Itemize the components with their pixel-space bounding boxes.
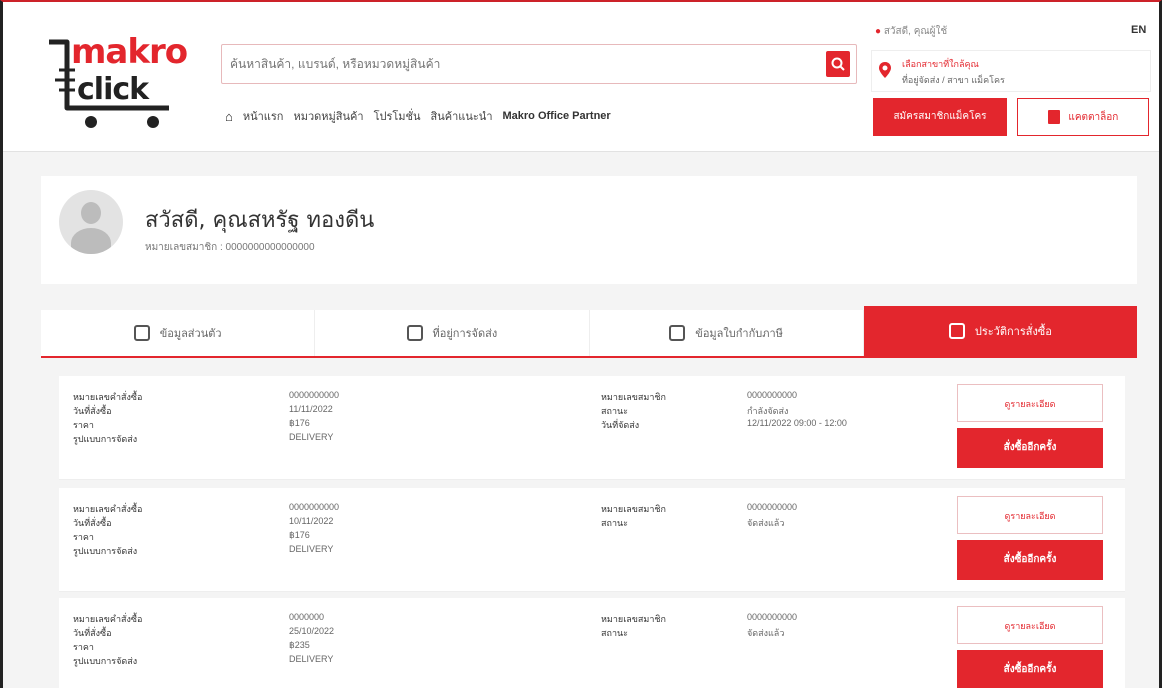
order-value: 10/11/2022 — [289, 516, 334, 526]
order-value: 0000000 — [289, 612, 325, 622]
nav-item-home[interactable]: หน้าแรก — [243, 107, 284, 125]
order-value: DELIVERY — [289, 432, 334, 442]
user-dot-icon: ● — [875, 26, 884, 37]
order-value: จัดส่งแล้ว — [747, 518, 785, 528]
nav-item-categories[interactable]: หมวดหมู่สินค้า — [293, 107, 363, 125]
order-value: ฿235 — [289, 640, 310, 650]
pdf-icon — [1047, 110, 1060, 125]
register-button[interactable]: สมัครสมาชิกแม็คโคร — [873, 98, 1007, 136]
account-tabs: ข้อมูลส่วนตัว ที่อยู่การจัดส่ง ข้อมูลใบก… — [41, 306, 1137, 358]
order-label: รูปแบบการจัดส่ง — [73, 656, 138, 666]
order-value: ฿176 — [289, 418, 310, 428]
order-value: จัดส่งแล้ว — [747, 628, 785, 638]
tab-shipping-address[interactable]: ที่อยู่การจัดส่ง — [315, 310, 590, 356]
nav-item-office-partner[interactable]: Makro Office Partner — [503, 110, 611, 122]
reorder-button[interactable]: สั่งซื้ออีกครั้ง — [957, 540, 1103, 580]
store-line1: เลือกสาขาที่ใกล้คุณ — [902, 59, 979, 69]
nav-item-recommended[interactable]: สินค้าแนะนำ — [431, 107, 493, 125]
makro-click-logo[interactable]: makro click — [41, 30, 201, 140]
document-icon — [669, 325, 686, 341]
order-row: หมายเลขคำสั่งซื้อ 0000000000 วันที่สั่งซ… — [59, 376, 1125, 480]
order-value: 0000000000 — [747, 502, 798, 512]
user-top-text: สวัสดี, คุณผู้ใช้ — [883, 26, 948, 37]
order-value: DELIVERY — [289, 654, 334, 664]
order-detail-button[interactable]: ดูรายละเอียด — [957, 606, 1103, 644]
tab-tax-label: ข้อมูลใบกำกับภาษี — [695, 328, 783, 340]
order-value: 0000000000 — [747, 612, 798, 622]
tab-profile[interactable]: ข้อมูลส่วนตัว — [41, 310, 316, 356]
tab-tax-invoice[interactable]: ข้อมูลใบกำกับภาษี — [590, 310, 864, 356]
avatar-body-shape — [71, 228, 111, 254]
order-label: รูปแบบการจัดส่ง — [73, 434, 138, 444]
order-label: รูปแบบการจัดส่ง — [73, 546, 138, 556]
order-label: ราคา — [73, 420, 94, 430]
user-icon — [133, 325, 150, 341]
language-switch[interactable]: EN — [1131, 24, 1146, 36]
main-nav: ⌂ หน้าแรก หมวดหมู่สินค้า โปรโมชั่น สินค้… — [225, 106, 865, 126]
order-value: DELIVERY — [289, 544, 334, 554]
order-label: หมายเลขสมาชิก — [601, 392, 666, 402]
order-value: 12/11/2022 09:00 - 12:00 — [747, 418, 847, 428]
order-label: วันที่จัดส่ง — [601, 420, 640, 430]
store-selector[interactable]: เลือกสาขาที่ใกล้คุณ ที่อยู่จัดส่ง / สาขา… — [871, 50, 1151, 92]
order-value: 11/11/2022 — [289, 404, 333, 414]
app-frame: makro click ⌂ หน้าแรก หมวดหมู่สินค้า โปร… — [0, 0, 1162, 688]
order-label: หมายเลขคำสั่งซื้อ — [73, 504, 143, 514]
order-row: หมายเลขคำสั่งซื้อ 0000000 วันที่สั่งซื้อ… — [59, 598, 1125, 688]
member-number: หมายเลขสมาชิก : 0000000000000000 — [145, 242, 315, 253]
order-row: หมายเลขคำสั่งซื้อ 0000000000 วันที่สั่งซ… — [59, 488, 1125, 592]
logo-click-text: click — [77, 72, 149, 107]
order-label: ราคา — [73, 642, 94, 652]
order-label: วันที่สั่งซื้อ — [73, 518, 112, 528]
order-label: วันที่สั่งซื้อ — [73, 406, 112, 416]
order-detail-button[interactable]: ดูรายละเอียด — [957, 496, 1103, 534]
order-label: หมายเลขสมาชิก — [601, 614, 666, 624]
order-value: กำลังจัดส่ง — [747, 406, 789, 416]
home-icon[interactable]: ⌂ — [225, 109, 233, 124]
reorder-button[interactable]: สั่งซื้ออีกครั้ง — [957, 428, 1103, 468]
store-line2: ที่อยู่จัดส่ง / สาขา แม็คโคร — [902, 75, 1005, 85]
order-label: วันที่สั่งซื้อ — [73, 628, 112, 638]
order-label: สถานะ — [601, 628, 628, 638]
tab-order-history[interactable]: ประวัติการสั่งซื้อ — [863, 306, 1137, 356]
truck-icon — [406, 325, 423, 341]
order-label: หมายเลขสมาชิก — [601, 504, 666, 514]
order-label: สถานะ — [601, 518, 628, 528]
tab-profile-label: ข้อมูลส่วนตัว — [159, 328, 222, 340]
order-value: 0000000000 — [289, 502, 340, 512]
nav-item-promotions[interactable]: โปรโมชั่น — [374, 107, 421, 125]
catalog-label: แคตตาล็อก — [1068, 112, 1119, 123]
logo-makro-text: makro — [71, 32, 188, 72]
site-header: makro click ⌂ หน้าแรก หมวดหมู่สินค้า โปร… — [3, 2, 1159, 152]
order-label: ราคา — [73, 532, 94, 542]
reorder-button[interactable]: สั่งซื้ออีกครั้ง — [957, 650, 1103, 688]
cart-icon — [948, 323, 965, 339]
catalog-button[interactable]: แคตตาล็อก — [1017, 98, 1149, 136]
order-value: 25/10/2022 — [289, 626, 335, 636]
avatar-head-shape — [81, 202, 101, 224]
order-detail-button[interactable]: ดูรายละเอียด — [957, 384, 1103, 422]
search-icon — [831, 57, 845, 71]
search-input[interactable] — [230, 45, 820, 83]
order-value: 0000000000 — [289, 390, 340, 400]
order-label: สถานะ — [601, 406, 628, 416]
order-list: หมายเลขคำสั่งซื้อ 0000000000 วันที่สั่งซ… — [41, 366, 1137, 688]
avatar — [59, 190, 123, 254]
profile-greeting: สวัสดี, คุณสหรัฐ ทองดีน — [145, 208, 375, 233]
tab-shipping-label: ที่อยู่การจัดส่ง — [432, 328, 498, 340]
user-greeting-top[interactable]: ● สวัสดี, คุณผู้ใช้ — [875, 24, 947, 39]
order-value: 0000000000 — [747, 390, 798, 400]
order-value: ฿176 — [289, 530, 310, 540]
location-pin-icon — [879, 62, 891, 78]
search-button[interactable] — [826, 51, 850, 77]
order-label: หมายเลขคำสั่งซื้อ — [73, 614, 143, 624]
search-bar — [221, 44, 857, 84]
order-label: หมายเลขคำสั่งซื้อ — [73, 392, 143, 402]
tab-orders-label: ประวัติการสั่งซื้อ — [974, 326, 1052, 338]
